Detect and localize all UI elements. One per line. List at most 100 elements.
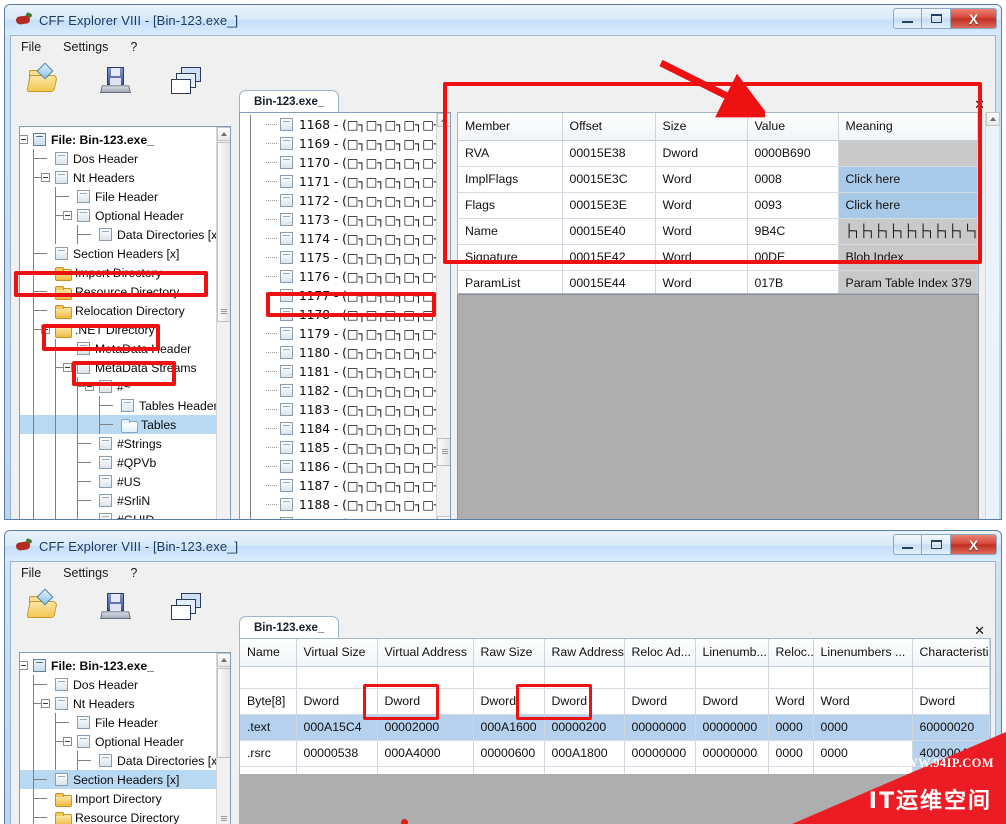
tree-item-file-bin-123-exe[interactable]: File: Bin-123.exe_ <box>20 656 216 675</box>
table-list-item[interactable]: 1188 - (□┐□┐□┐□┐□┐□┐ <box>240 495 450 514</box>
tab-close-icon[interactable]: ✕ <box>974 624 985 639</box>
column-header-characteristics[interactable]: Characteristics <box>912 639 990 667</box>
tables-list-vscroll[interactable] <box>436 113 450 519</box>
table-row[interactable]: Name 00015E40 Word 9B4C ├┐├┐├┐├┐├┐├┐├┐├┐└┐└ <box>458 218 978 245</box>
cell-meaning-link[interactable]: Click here <box>838 166 978 193</box>
tree-item-qpvb[interactable]: #QPVb <box>20 453 216 472</box>
scroll-up-arrow[interactable] <box>217 127 230 141</box>
nav-tree-top[interactable]: File: Bin-123.exe_ Dos Header Nt Headers Fi… <box>19 126 231 519</box>
table-list-item[interactable]: 1186 - (□┐□┐□┐□┐□┐□┐ <box>240 457 450 476</box>
tree-item-metadata-header[interactable]: MetaData Header <box>20 339 216 358</box>
tree-item-guid[interactable]: #GUID <box>20 510 216 519</box>
column-header-virtual-size[interactable]: Virtual Size <box>296 639 378 667</box>
table-row[interactable]: Flags 00015E3E Word 0093 Click here <box>458 192 978 219</box>
maximize-button[interactable] <box>922 534 951 555</box>
table-row[interactable]: .text 000A15C4 00002000 000A1600 00000200 000… <box>240 714 990 741</box>
collapse-icon[interactable] <box>63 363 72 372</box>
table-list-item[interactable]: 1183 - (□┐□┐□┐□┐□┐□┐ <box>240 400 450 419</box>
nav-tree-scrollbar-bottom[interactable] <box>216 653 230 824</box>
tables-list-panel[interactable]: 1168 - (□┐□┐□┐□┐□┐□┐ 1169 - (□┐□┐□┐□┐□┐□┐… <box>239 112 451 519</box>
tree-item-strings[interactable]: #Strings <box>20 434 216 453</box>
table-list-item[interactable]: 1171 - (□┐□┐□┐□┐□┐□┐ <box>240 172 450 191</box>
nav-tree-items-bottom[interactable]: File: Bin-123.exe_ Dos Header Nt Headers Fi… <box>20 653 221 824</box>
column-header-linenumb[interactable]: Linenumb... <box>695 639 769 667</box>
scroll-down-arrow[interactable] <box>437 516 450 519</box>
column-header-offset[interactable]: Offset <box>562 113 656 141</box>
menu-file[interactable]: File <box>21 566 41 580</box>
tree-item-file-bin-123-exe[interactable]: File: Bin-123.exe_ <box>20 130 216 149</box>
table-list-item[interactable]: 1173 - (□┐□┐□┐□┐□┐□┐ <box>240 210 450 229</box>
column-header-reloc-ad[interactable]: Reloc Ad... <box>624 639 696 667</box>
scroll-up-arrow[interactable] <box>217 653 230 667</box>
table-list-item[interactable]: 1174 - (□┐□┐□┐□┐□┐□┐ <box>240 229 450 248</box>
minimize-button[interactable] <box>893 8 922 29</box>
collapse-icon[interactable] <box>63 737 72 746</box>
table-list-item[interactable]: 1169 - (□┐□┐□┐□┐□┐□┐ <box>240 134 450 153</box>
scroll-up-arrow[interactable] <box>437 113 450 127</box>
nav-tree-bottom[interactable]: File: Bin-123.exe_ Dos Header Nt Headers Fi… <box>19 652 231 824</box>
scroll-thumb[interactable] <box>217 668 230 758</box>
collapse-icon[interactable] <box>41 173 50 182</box>
table-row[interactable]: .reloc0000000C000A600000000200000A1E0000… <box>240 766 990 774</box>
tab-bin123[interactable]: Bin-123.exe_ <box>239 90 340 112</box>
titlebar-top[interactable]: CFF Explorer VIII - [Bin-123.exe_] X <box>5 5 1001 35</box>
save-file-icon[interactable] <box>99 590 133 624</box>
table-list-item[interactable]: 1168 - (□┐□┐□┐□┐□┐□┐ <box>240 115 450 134</box>
column-header-raw-address[interactable]: Raw Address <box>544 639 625 667</box>
scroll-thumb[interactable] <box>217 142 230 322</box>
close-button[interactable]: X <box>951 534 997 555</box>
tree-item-resource-directory[interactable]: Resource Directory <box>20 808 216 824</box>
tree-item-optional-header[interactable]: Optional Header <box>20 206 216 225</box>
tree-item-resource-directory[interactable]: Resource Directory <box>20 282 216 301</box>
tree-item-section-headers-x[interactable]: Section Headers [x] <box>20 770 216 789</box>
nav-tree-items-top[interactable]: File: Bin-123.exe_ Dos Header Nt Headers Fi… <box>20 127 221 519</box>
column-header-raw-size[interactable]: Raw Size <box>473 639 545 667</box>
tree-item-nt-headers[interactable]: Nt Headers <box>20 168 216 187</box>
tree-item-import-directory[interactable]: Import Directory <box>20 263 216 282</box>
table-list-item[interactable]: 1177 - (□┐□┐□┐□┐□┐□┐ <box>240 286 450 305</box>
column-header-size[interactable]: Size <box>655 113 748 141</box>
table-list-item[interactable]: 1176 - (□┐□┐□┐□┐□┐□┐ <box>240 267 450 286</box>
table-list-item[interactable]: 1184 - (□┐□┐□┐□┐□┐□┐ <box>240 419 450 438</box>
open-file-icon[interactable] <box>26 62 61 98</box>
tab-bin123[interactable]: Bin-123.exe_ <box>239 616 340 638</box>
tree-item-import-directory[interactable]: Import Directory <box>20 789 216 808</box>
menu-settings[interactable]: Settings <box>63 40 108 54</box>
windows-cascade-icon[interactable] <box>171 590 205 624</box>
table-list-item[interactable]: 1180 - (□┐□┐□┐□┐□┐□┐ <box>240 343 450 362</box>
menu-help[interactable]: ? <box>130 40 137 54</box>
table-list-item[interactable]: 1185 - (□┐□┐□┐□┐□┐□┐ <box>240 438 450 457</box>
column-header-member[interactable]: Member <box>458 113 563 141</box>
table-list-item[interactable]: 1172 - (□┐□┐□┐□┐□┐□┐ <box>240 191 450 210</box>
table-row[interactable]: ImplFlags 00015E3C Word 0008 Click here <box>458 166 978 193</box>
tree-item-optional-header[interactable]: Optional Header <box>20 732 216 751</box>
tree-item-data-directories-x[interactable]: Data Directories [x] <box>20 751 221 770</box>
column-header-name[interactable]: Name <box>240 639 297 667</box>
column-header-virtual-address[interactable]: Virtual Address <box>377 639 474 667</box>
table-list-item[interactable]: 1181 - (□┐□┐□┐□┐□┐□┐ <box>240 362 450 381</box>
table-list-item[interactable]: 1187 - (□┐□┐□┐□┐□┐□┐ <box>240 476 450 495</box>
tree-item-nt-headers[interactable]: Nt Headers <box>20 694 216 713</box>
menu-file[interactable]: File <box>21 40 41 54</box>
column-header-value[interactable]: Value <box>747 113 839 141</box>
tree-item-relocation-directory[interactable]: Relocation Directory <box>20 301 216 320</box>
tree-item-file-header[interactable]: File Header <box>20 187 216 206</box>
scroll-up-arrow[interactable] <box>986 112 1000 126</box>
tree-item-srlin[interactable]: #SrliN <box>20 491 216 510</box>
tree-item-dos-header[interactable]: Dos Header <box>20 675 216 694</box>
titlebar-bottom[interactable]: CFF Explorer VIII - [Bin-123.exe_] X <box>5 531 1001 561</box>
tree-item-metadata-streams[interactable]: MetaData Streams <box>20 358 216 377</box>
minimize-button[interactable] <box>893 534 922 555</box>
nav-tree-scrollbar-top[interactable] <box>216 127 230 519</box>
scroll-thumb[interactable] <box>437 438 450 466</box>
tree-item-tables-header[interactable]: Tables Header <box>20 396 218 415</box>
table-list-item[interactable]: 1178 - (□┐□┐□┐□┐□┐□┐ <box>240 305 450 324</box>
table-list-item[interactable]: 1170 - (□┐□┐□┐□┐□┐□┐ <box>240 153 450 172</box>
column-header-reloc[interactable]: Reloc... <box>768 639 814 667</box>
tree-item-section-headers-x[interactable]: Section Headers [x] <box>20 244 216 263</box>
table-list-item[interactable]: 1189 - (□┐□┐□┐□┐□┐□┐ <box>240 514 450 519</box>
collapse-icon[interactable] <box>63 211 72 220</box>
table-row[interactable]: Signature 00015E42 Word 00DE Blob Index <box>458 244 978 271</box>
collapse-icon[interactable] <box>41 699 50 708</box>
collapse-icon[interactable] <box>20 661 28 670</box>
